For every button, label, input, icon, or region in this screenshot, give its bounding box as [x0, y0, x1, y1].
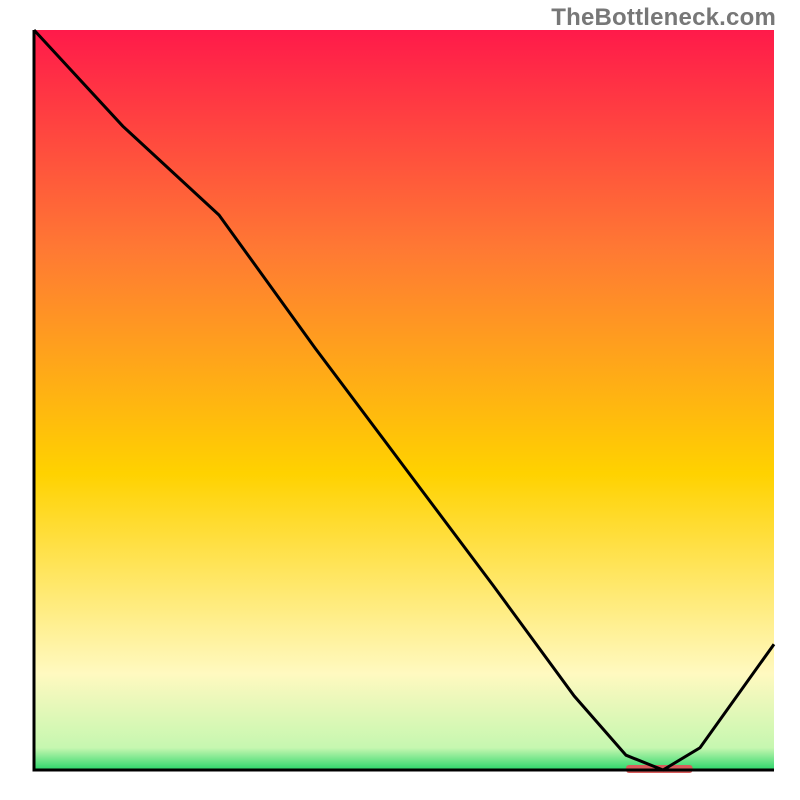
- watermark-text: TheBottleneck.com: [551, 4, 776, 32]
- bottleneck-chart: [0, 0, 800, 800]
- plot-background: [34, 30, 774, 770]
